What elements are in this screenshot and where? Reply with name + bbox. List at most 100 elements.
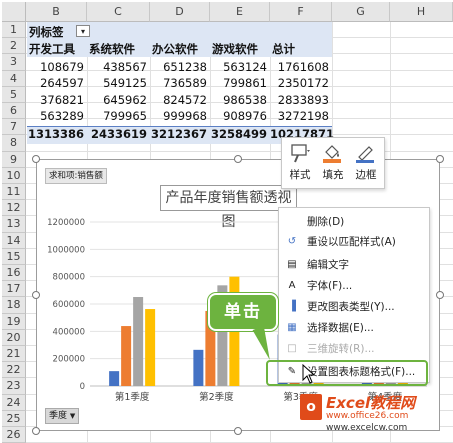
- column-header-b[interactable]: B: [26, 2, 87, 22]
- menu-item-label: 字体(F)...: [307, 280, 353, 292]
- bar[interactable]: [133, 296, 144, 386]
- pivot-cell[interactable]: 908976: [210, 109, 270, 123]
- bar[interactable]: [145, 309, 156, 386]
- row-header-21[interactable]: 21: [2, 346, 26, 363]
- row-header-22[interactable]: 22: [2, 362, 26, 379]
- row-header-13[interactable]: 13: [2, 216, 26, 233]
- row-header-2[interactable]: 2: [2, 38, 26, 55]
- row-header-26[interactable]: 26: [2, 427, 26, 443]
- style-button[interactable]: 样式: [284, 140, 316, 186]
- row-header-9[interactable]: 9: [2, 151, 26, 168]
- row-header-10[interactable]: 10: [2, 167, 26, 184]
- click-callout: 单击: [208, 293, 278, 331]
- pivot-cell[interactable]: 2833893: [270, 93, 332, 107]
- dropdown-filter-icon[interactable]: ▾: [76, 25, 90, 37]
- pivot-column-header[interactable]: 总计: [272, 41, 295, 57]
- row-header-18[interactable]: 18: [2, 297, 26, 314]
- column-header-g[interactable]: G: [332, 2, 390, 22]
- menu-item[interactable]: ↺ 重设以匹配样式(A): [279, 232, 429, 252]
- bar[interactable]: [109, 371, 120, 386]
- pivot-cell[interactable]: 3272198: [270, 109, 332, 123]
- pivot-column-header[interactable]: 开发工具: [29, 41, 75, 57]
- menu-item[interactable]: ▦ 选择数据(E)...: [279, 318, 429, 338]
- row-header-3[interactable]: 3: [2, 54, 26, 71]
- office-logo-icon: o: [300, 394, 322, 420]
- y-tick-label: 800000: [53, 273, 85, 283]
- row-header-14[interactable]: 14: [2, 232, 26, 249]
- menu-item[interactable]: 删除(D): [279, 212, 429, 232]
- pivot-cell[interactable]: 376821: [27, 93, 87, 107]
- pivot-cell[interactable]: 264597: [27, 76, 87, 90]
- highlight-box: [266, 360, 428, 386]
- pivot-cell[interactable]: 645962: [87, 93, 150, 107]
- column-header-d[interactable]: D: [150, 2, 210, 22]
- menu-item[interactable]: ▤ 编辑文字: [279, 255, 429, 275]
- pivot-cell[interactable]: 999968: [150, 109, 210, 123]
- pivot-cell[interactable]: 986538: [210, 93, 270, 107]
- outline-pen-icon: [356, 146, 374, 163]
- row-header-17[interactable]: 17: [2, 281, 26, 298]
- fill-button[interactable]: 填充: [317, 140, 349, 186]
- menu-item[interactable]: ▐ 更改图表类型(Y)...: [279, 297, 429, 317]
- row-header-12[interactable]: 12: [2, 200, 26, 217]
- resize-handle[interactable]: [32, 291, 40, 299]
- row-header-4[interactable]: 4: [2, 70, 26, 87]
- pivot-cell[interactable]: 108679: [27, 60, 87, 74]
- row-header-1[interactable]: 1: [2, 22, 26, 39]
- y-tick-label: 200000: [53, 355, 85, 365]
- select-all-corner[interactable]: [2, 2, 26, 22]
- row-header-5[interactable]: 5: [2, 86, 26, 103]
- row-header-23[interactable]: 23: [2, 378, 26, 395]
- pivot-cell[interactable]: 2350172: [270, 76, 332, 90]
- column-header-e[interactable]: E: [210, 2, 270, 22]
- resize-handle[interactable]: [436, 291, 444, 299]
- resize-handle[interactable]: [436, 155, 444, 163]
- menu-item-label: 重设以匹配样式(A): [307, 236, 396, 248]
- row-header-19[interactable]: 19: [2, 313, 26, 330]
- pivot-cell[interactable]: 563289: [27, 109, 87, 123]
- bar[interactable]: [193, 349, 204, 386]
- row-header-15[interactable]: 15: [2, 248, 26, 265]
- resize-handle[interactable]: [234, 427, 242, 435]
- row-header-11[interactable]: 11: [2, 184, 26, 201]
- edit-text-icon: ▤: [287, 259, 297, 270]
- context-menu: 删除(D) ↺ 重设以匹配样式(A) ▤ 编辑文字 A 字体(F)... ▐ 更改图表类型(Y)…: [278, 207, 430, 383]
- pivot-cell[interactable]: 736589: [150, 76, 210, 90]
- menu-item[interactable]: A 字体(F)...: [279, 276, 429, 296]
- pivot-total-cell[interactable]: 3212367: [150, 127, 210, 141]
- pivot-column-header[interactable]: 办公软件: [152, 41, 198, 57]
- bar[interactable]: [121, 326, 132, 386]
- pivot-cell[interactable]: 799965: [87, 109, 150, 123]
- pivot-cell[interactable]: 1761608: [270, 60, 332, 74]
- y-tick-label: 0: [80, 382, 85, 392]
- row-header-7[interactable]: 7: [2, 119, 26, 136]
- pivot-cell[interactable]: 438567: [87, 60, 150, 74]
- axis-field-button[interactable]: 季度 ▼: [45, 408, 80, 424]
- column-header-f[interactable]: F: [270, 2, 332, 22]
- pivot-cell[interactable]: 824572: [150, 93, 210, 107]
- column-header-c[interactable]: C: [87, 2, 150, 22]
- pivot-cell[interactable]: 799861: [210, 76, 270, 90]
- resize-handle[interactable]: [32, 427, 40, 435]
- column-header-h[interactable]: H: [390, 2, 453, 22]
- row-header-16[interactable]: 16: [2, 265, 26, 282]
- pivot-column-label: 列标签: [29, 25, 64, 39]
- row-header-20[interactable]: 20: [2, 329, 26, 346]
- pivot-column-header[interactable]: 游戏软件: [212, 41, 258, 57]
- pivot-total-cell[interactable]: 2433619: [87, 127, 150, 141]
- row-header-8[interactable]: 8: [2, 135, 26, 152]
- outline-button[interactable]: 边框: [350, 140, 382, 186]
- pivot-cell[interactable]: 549125: [87, 76, 150, 90]
- row-header-25[interactable]: 25: [2, 410, 26, 427]
- pivot-cell[interactable]: 651238: [150, 60, 210, 74]
- menu-item[interactable]: □ 三维旋转(R)...: [279, 339, 429, 359]
- resize-handle[interactable]: [32, 155, 40, 163]
- row-header-24[interactable]: 24: [2, 394, 26, 411]
- pivot-total-cell[interactable]: 1313386: [27, 127, 87, 141]
- pivot-total-cell[interactable]: 3258499: [210, 127, 270, 141]
- pivot-column-header[interactable]: 系统软件: [89, 41, 135, 57]
- 3d-rotation-icon: □: [287, 343, 297, 354]
- resize-handle[interactable]: [234, 155, 242, 163]
- pivot-cell[interactable]: 563124: [210, 60, 270, 74]
- row-header-6[interactable]: 6: [2, 103, 26, 120]
